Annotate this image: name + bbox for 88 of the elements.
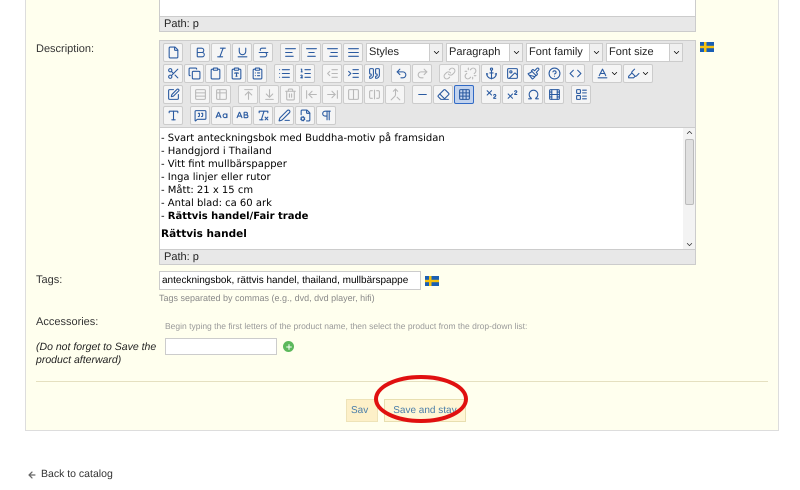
insert-row-after-icon	[262, 88, 276, 101]
new-document-icon	[166, 46, 180, 59]
editor-line: - Svart anteckningsbok med Buddha-motiv på framsidan	[161, 132, 446, 145]
caret-icon	[592, 48, 600, 57]
field-note: (Do not forget to Save the product afterward)	[36, 341, 158, 367]
split-cells-icon	[368, 88, 380, 101]
merge-cells-icon	[388, 88, 402, 101]
path-bar: Path: p	[160, 16, 695, 31]
back-arrow-icon	[27, 470, 37, 480]
layout-icon	[574, 88, 588, 101]
table-cell-icon	[214, 88, 228, 101]
edit-icon	[166, 88, 180, 101]
help-icon	[548, 67, 560, 80]
strikethrough-icon	[256, 46, 270, 59]
superscript-icon	[506, 88, 518, 101]
editor-line: - Rättvis handel/Fair trade	[161, 210, 310, 223]
text-color-icon	[596, 67, 608, 80]
numbered-list-icon	[298, 67, 312, 80]
scroll-down-icon	[684, 240, 694, 249]
caret-icon	[432, 48, 440, 57]
film-icon	[548, 88, 560, 101]
undo-icon	[394, 67, 408, 80]
field-label: Tags:	[35, 273, 64, 288]
paste-text-icon	[230, 67, 242, 80]
highlighter-icon	[626, 67, 640, 80]
copy-icon	[188, 67, 200, 80]
insert-column-after-icon	[326, 88, 338, 101]
scrollbar[interactable]	[683, 128, 695, 249]
editor-line: - Mått: 21 x 15 cm	[161, 184, 254, 197]
align-left-icon	[284, 46, 296, 59]
visual-characters-icon	[320, 109, 332, 122]
redo-icon	[416, 67, 428, 80]
paste-document-icon	[250, 67, 264, 80]
swedish-flag-icon[interactable]	[700, 42, 714, 52]
insert-column-before-icon	[304, 88, 318, 101]
table-row-icon	[194, 88, 206, 101]
back-link[interactable]: Back to catalog	[41, 467, 113, 483]
anchor-icon	[484, 67, 498, 80]
subscript-icon	[484, 88, 498, 101]
html-icon	[568, 67, 582, 80]
image-icon	[506, 67, 518, 80]
caret-icon	[672, 48, 680, 57]
italic-icon	[214, 46, 228, 59]
caret-icon	[640, 69, 650, 78]
toolbar-button[interactable]	[454, 85, 474, 104]
editor-line: - Antal blad: ca 60 ark	[161, 197, 273, 210]
dropdown-select[interactable]: Paragraph	[446, 43, 523, 62]
field-label: Accessories:	[36, 314, 100, 330]
accessory-input[interactable]	[165, 338, 277, 356]
dropdown-select[interactable]: Font size	[606, 43, 683, 62]
field-label: Description:	[35, 42, 96, 57]
bullet-list-icon	[278, 67, 290, 80]
align-right-icon	[326, 46, 338, 59]
brush-icon	[526, 67, 540, 80]
citation-icon	[194, 109, 206, 122]
omega-icon	[526, 88, 540, 101]
field-hint: Begin typing the first letters of the product name, then select the product from the drop-down list:	[165, 320, 528, 332]
scroll-up-icon	[684, 128, 694, 137]
style-icon	[166, 109, 180, 122]
editor-heading: Rättvis handel	[161, 228, 248, 241]
tags-input[interactable]: anteckningsbok, rättvis handel, thailand, mullbärspappe	[159, 271, 421, 290]
align-justify-icon	[346, 46, 360, 59]
caret-icon	[610, 69, 618, 78]
dropdown-select[interactable]: Styles	[366, 43, 443, 62]
insert-row-before-icon	[242, 88, 254, 101]
attributes-icon	[298, 109, 312, 122]
save-button[interactable]: Sav	[346, 399, 378, 422]
paste-icon	[208, 67, 222, 80]
delete-row-icon	[284, 88, 296, 101]
caret-icon	[512, 48, 520, 57]
link-icon	[442, 67, 456, 80]
swedish-flag-icon[interactable]	[425, 276, 439, 286]
quote-icon	[368, 67, 380, 80]
path-bar: Path: p	[160, 249, 695, 264]
align-center-icon	[304, 46, 318, 59]
scissors-icon	[166, 67, 180, 80]
field-hint: Tags separated by commas (e.g., dvd, dvd player, hifi)	[159, 292, 376, 305]
indent-icon	[346, 67, 360, 80]
editor-line: - Vitt fint mullbärspapper	[161, 158, 288, 171]
outdent-icon	[326, 67, 338, 80]
unlink-icon	[464, 67, 476, 80]
editor-line: - Inga linjer eller rutor	[161, 171, 272, 184]
eraser-icon	[436, 88, 450, 101]
dropdown-select[interactable]: Font family	[526, 43, 603, 62]
underline-icon	[236, 46, 248, 59]
grid-icon	[458, 88, 470, 101]
editor-line: - Handgjord i Thailand	[161, 145, 273, 158]
bold-icon	[194, 46, 206, 59]
